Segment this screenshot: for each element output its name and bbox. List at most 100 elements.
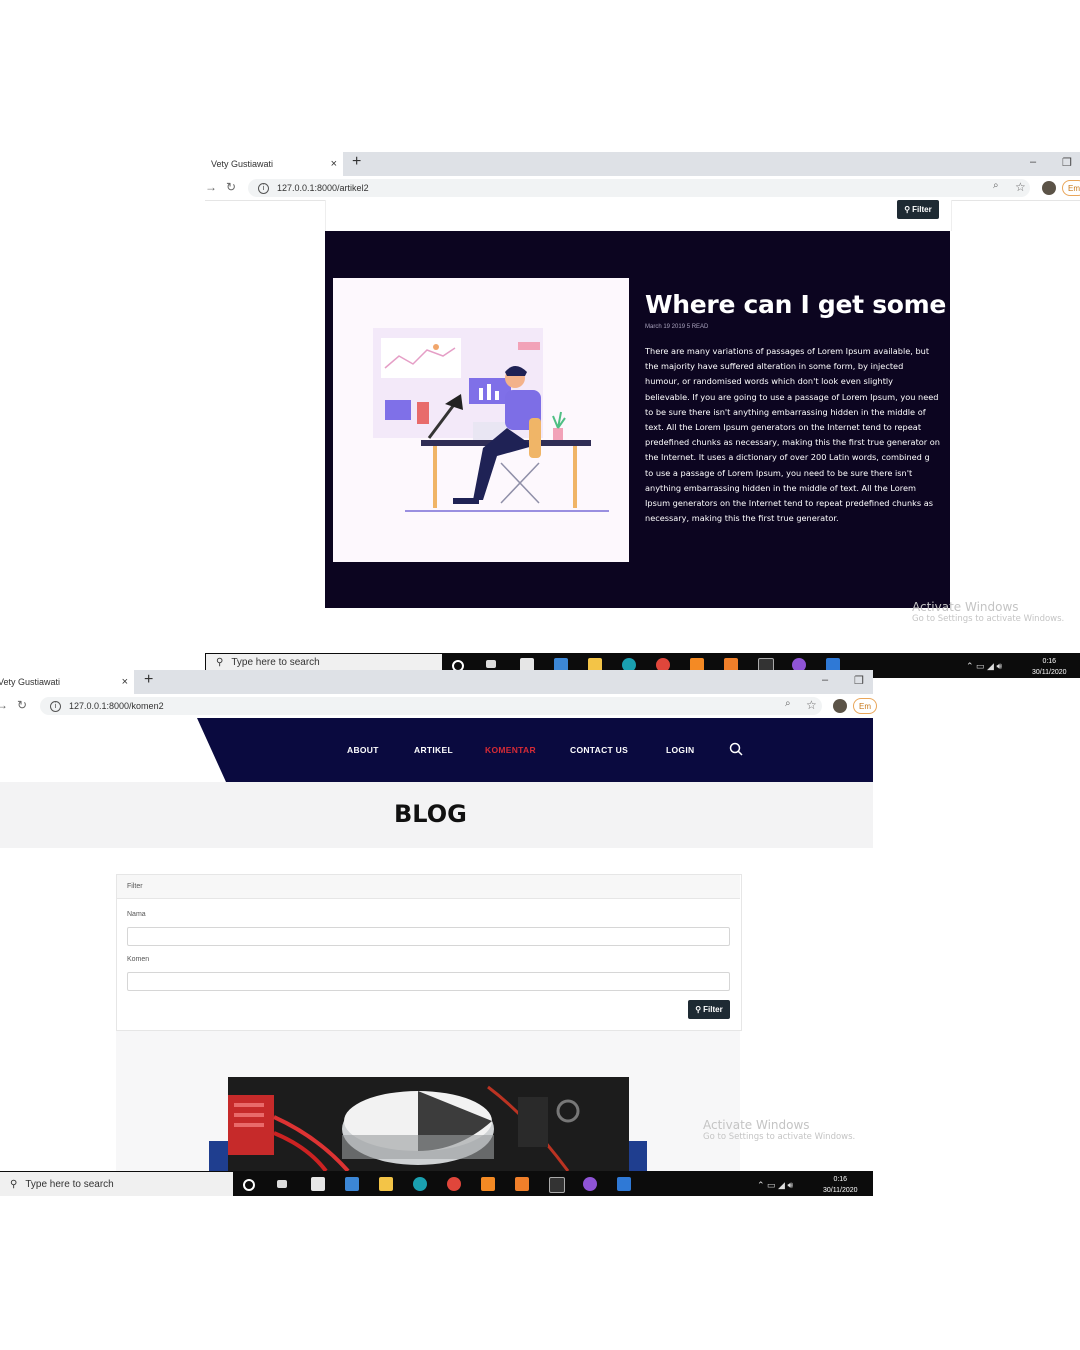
- edge-icon[interactable]: [413, 1177, 427, 1191]
- nama-label: Nama: [127, 911, 146, 918]
- minimize-button[interactable]: ‒: [1030, 156, 1036, 168]
- tab-title: Vety Gustiawati: [211, 159, 274, 169]
- mail-icon[interactable]: [554, 658, 568, 670]
- nav-about[interactable]: ABOUT: [347, 745, 379, 755]
- terminal-icon[interactable]: [549, 1177, 565, 1193]
- url-text: 127.0.0.1:8000/komen2: [69, 701, 164, 711]
- taskbar-icons-bottom: [243, 1177, 643, 1193]
- app-icon[interactable]: [792, 658, 806, 670]
- explorer-icon[interactable]: [379, 1177, 393, 1191]
- zoom-icon[interactable]: ⌕: [993, 180, 999, 191]
- xampp-icon[interactable]: [515, 1177, 529, 1191]
- new-tab-button[interactable]: +: [352, 153, 361, 171]
- profile-pill[interactable]: Em: [853, 698, 877, 714]
- nav-login[interactable]: LOGIN: [666, 745, 694, 755]
- info-icon[interactable]: i: [50, 700, 61, 712]
- tray-icons-top[interactable]: ⌃ ▭ ◢ 🔊︎: [966, 661, 1002, 672]
- task-view-icon[interactable]: [486, 660, 496, 668]
- filter-button[interactable]: ⚲ Filter: [897, 200, 939, 219]
- mail-icon[interactable]: [345, 1177, 359, 1191]
- terminal-icon[interactable]: [758, 658, 774, 670]
- edge-icon[interactable]: [622, 658, 636, 670]
- tab-title: Vety Gustiawati: [0, 677, 61, 687]
- profile-avatar[interactable]: [1042, 181, 1056, 195]
- store-icon[interactable]: [311, 1177, 325, 1191]
- address-bar[interactable]: i 127.0.0.1:8000/komen2: [40, 697, 822, 715]
- taskbar-search-placeholder: Type here to search: [231, 656, 320, 668]
- filter-card-header: Filter: [117, 875, 740, 899]
- reload-icon[interactable]: ↻: [17, 698, 27, 712]
- top-page-whitespace: [325, 200, 952, 231]
- profile-pill[interactable]: Em: [1062, 180, 1080, 196]
- reload-icon[interactable]: ↻: [226, 180, 236, 194]
- star-icon[interactable]: ☆: [1015, 180, 1026, 194]
- xampp-icon[interactable]: [724, 658, 738, 670]
- komen-label: Komen: [127, 956, 150, 963]
- sublime-icon[interactable]: [690, 658, 704, 670]
- info-icon[interactable]: i: [258, 182, 269, 194]
- close-tab-icon[interactable]: ×: [331, 158, 337, 170]
- taskbar-icons-top: [452, 658, 852, 670]
- close-tab-icon[interactable]: ×: [122, 676, 128, 688]
- search-icon: ⚲: [904, 205, 911, 214]
- search-icon: ⚲: [10, 1178, 18, 1190]
- task-view-icon[interactable]: [277, 1180, 287, 1188]
- address-bar[interactable]: i 127.0.0.1:8000/artikel2: [248, 179, 1030, 197]
- taskbar-search-placeholder: Type here to search: [25, 1178, 114, 1190]
- explorer-icon[interactable]: [588, 658, 602, 670]
- nav-komentar[interactable]: KOMENTAR: [485, 745, 536, 755]
- app-icon[interactable]: [583, 1177, 597, 1191]
- filter-button-label: Filter: [912, 205, 932, 214]
- url-text: 127.0.0.1:8000/artikel2: [277, 183, 369, 193]
- clock-top[interactable]: 0:16 30/11/2020: [1032, 656, 1067, 678]
- cortana-icon[interactable]: [452, 660, 464, 670]
- clock-bottom[interactable]: 0:16 30/11/2020: [823, 1174, 858, 1196]
- search-icon: ⚲: [695, 1005, 702, 1014]
- activate-windows-top: Activate Windows Go to Settings to activ…: [912, 600, 1064, 624]
- clock-time: 0:16: [833, 1176, 848, 1183]
- search-icon: ⚲: [216, 656, 224, 668]
- illustration-svg: [373, 328, 609, 512]
- filter-submit-button[interactable]: ⚲ Filter: [688, 1000, 730, 1019]
- nav-artikel[interactable]: ARTIKEL: [414, 745, 453, 755]
- profile-avatar[interactable]: [833, 699, 847, 713]
- nama-input[interactable]: [127, 927, 730, 946]
- komen-input[interactable]: [127, 972, 730, 991]
- activate-title: Activate Windows: [703, 1118, 810, 1132]
- taskbar-search-bottom[interactable]: ⚲ Type here to search: [0, 1172, 233, 1196]
- store-icon[interactable]: [520, 658, 534, 670]
- search-icon[interactable]: [729, 742, 743, 761]
- restore-button[interactable]: ❐: [854, 674, 864, 687]
- restore-button[interactable]: ❐: [1062, 156, 1072, 169]
- article-illustration: [333, 278, 629, 562]
- photos-icon[interactable]: [826, 658, 840, 670]
- cortana-icon[interactable]: [243, 1179, 255, 1191]
- top-browser-tab[interactable]: Vety Gustiawati ×: [205, 152, 343, 176]
- chrome-icon[interactable]: [447, 1177, 461, 1191]
- minimize-button[interactable]: ‒: [822, 674, 828, 686]
- activate-windows-bottom: Activate Windows Go to Settings to activ…: [703, 1118, 855, 1142]
- nav-contact-us[interactable]: CONTACT US: [570, 745, 628, 755]
- star-icon[interactable]: ☆: [806, 698, 817, 712]
- new-tab-button[interactable]: +: [144, 671, 153, 689]
- comment-image: [228, 1077, 629, 1171]
- activate-subtitle: Go to Settings to activate Windows.: [703, 1132, 856, 1142]
- engine-photo: [228, 1077, 629, 1171]
- sublime-icon[interactable]: [481, 1177, 495, 1191]
- bottom-browser-tab[interactable]: Vety Gustiawati ×: [0, 670, 134, 694]
- article-body: There are many variations of passages of…: [645, 346, 940, 524]
- zoom-icon[interactable]: ⌕: [785, 698, 791, 709]
- article-meta: March 19 2019 5 READ: [645, 324, 709, 330]
- article-title: Where can I get some: [645, 290, 947, 319]
- activate-subtitle: Go to Settings to activate Windows.: [912, 614, 1065, 624]
- back-arrow-icon[interactable]: →: [0, 698, 8, 712]
- chrome-icon[interactable]: [656, 658, 670, 670]
- clock-time: 0:16: [1042, 658, 1057, 665]
- tray-icons-bottom[interactable]: ⌃ ▭ ◢ 🔊︎: [757, 1180, 793, 1191]
- page-title: BLOG: [394, 800, 467, 828]
- filter-submit-label: Filter: [703, 1005, 723, 1014]
- back-arrow-icon[interactable]: →: [205, 180, 217, 194]
- clock-date: 30/11/2020: [1032, 669, 1067, 676]
- photos-icon[interactable]: [617, 1177, 631, 1191]
- taskbar-search-top[interactable]: ⚲ Type here to search: [206, 654, 442, 670]
